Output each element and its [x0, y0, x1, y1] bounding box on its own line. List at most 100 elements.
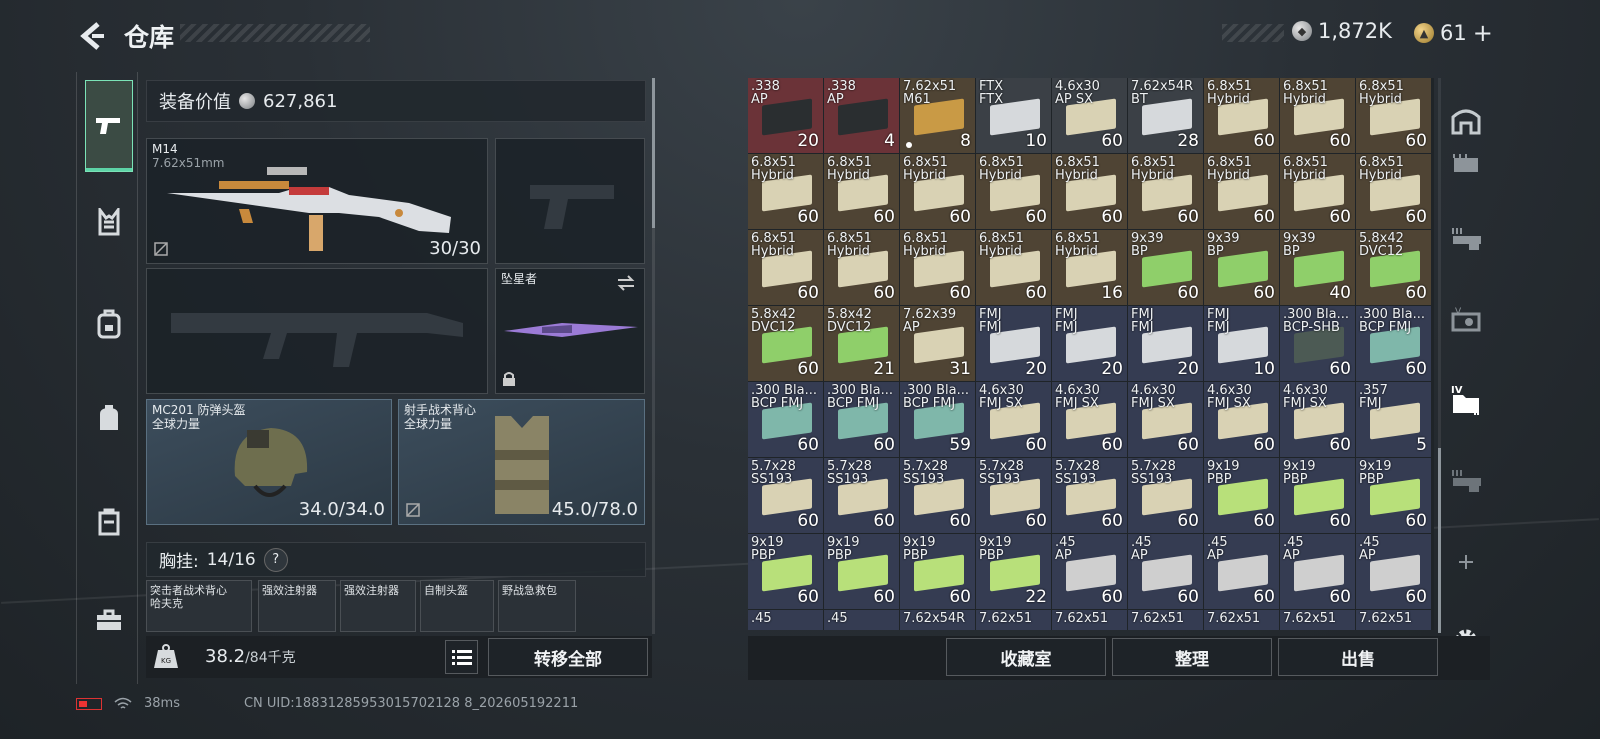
inventory-item[interactable]: 4.6x30 AP SX 60	[1052, 78, 1127, 153]
chest-rig-item[interactable]: 野战急救包	[498, 580, 576, 632]
inventory-item[interactable]: 7.62x54R	[900, 610, 975, 630]
inventory-item[interactable]: FTX FTX 10	[976, 78, 1051, 153]
inventory-item[interactable]: .300 Bla... BCP FMJ 60	[748, 382, 823, 457]
inventory-item[interactable]: .45	[824, 610, 899, 630]
storage-page-2-tab[interactable]	[1446, 144, 1486, 184]
primary-weapon-slot[interactable]: M14 7.62x51mm 30/30	[146, 138, 488, 264]
inventory-item[interactable]: 6.8x51 Hybrid 16	[1052, 230, 1127, 305]
inventory-item[interactable]: FMJ FMJ 20	[976, 306, 1051, 381]
inventory-item[interactable]: .300 Bla... BCP FMJ 59	[900, 382, 975, 457]
inventory-item[interactable]: 7.62x51	[1280, 610, 1355, 630]
storage-page-4-tab[interactable]: V	[1446, 300, 1486, 340]
inventory-item[interactable]: .45	[748, 610, 823, 630]
sidebar-chest-rig-tab[interactable]	[85, 198, 133, 246]
inventory-item[interactable]: 9x39 BP 40	[1280, 230, 1355, 305]
inventory-item[interactable]: 6.8x51 Hybrid 60	[748, 230, 823, 305]
inventory-item[interactable]: 6.8x51 Hybrid 60	[1356, 78, 1431, 153]
inventory-item[interactable]: 4.6x30 FMJ SX 60	[1204, 382, 1279, 457]
inventory-item[interactable]: 6.8x51 Hybrid 60	[824, 230, 899, 305]
inventory-item[interactable]: 7.62x51	[1356, 610, 1431, 630]
chest-rig-item[interactable]: 自制头盔	[420, 580, 494, 632]
inventory-item[interactable]: 6.8x51 Hybrid 60	[976, 230, 1051, 305]
storage-page-5-tab-active[interactable]: IV	[1446, 380, 1486, 420]
inventory-item[interactable]: 6.8x51 Hybrid 60	[1204, 154, 1279, 229]
inventory-item[interactable]: 6.8x51 Hybrid 60	[824, 154, 899, 229]
equipment-scrollbar[interactable]	[652, 78, 655, 634]
inventory-item[interactable]: 6.8x51 Hybrid 60	[900, 230, 975, 305]
sidebar-backpack-tab[interactable]	[85, 300, 133, 348]
inventory-item[interactable]: .45 AP 60	[1128, 534, 1203, 609]
inventory-item[interactable]: .357 FMJ 5	[1356, 382, 1431, 457]
storage-page-3-tab[interactable]	[1446, 218, 1486, 258]
inventory-item[interactable]: 5.7x28 SS193 60	[748, 458, 823, 533]
inventory-item[interactable]: 7.62x51	[1204, 610, 1279, 630]
inventory-item[interactable]: 9x19 PBP 60	[1356, 458, 1431, 533]
inventory-item[interactable]: .45 AP 60	[1052, 534, 1127, 609]
inventory-item[interactable]: 9x19 PBP 22	[976, 534, 1051, 609]
storage-page-1-tab[interactable]	[1446, 100, 1486, 140]
inventory-item[interactable]: 6.8x51 Hybrid 60	[1204, 78, 1279, 153]
gold-currency[interactable]: ▲ 61 +	[1414, 19, 1493, 47]
inventory-item[interactable]: 6.8x51 Hybrid 60	[1356, 154, 1431, 229]
sidebar-toolbox-tab[interactable]	[85, 596, 133, 644]
inventory-item[interactable]: 6.8x51 Hybrid 60	[976, 154, 1051, 229]
inventory-item[interactable]: .338 AP 4	[824, 78, 899, 153]
inventory-item[interactable]: FMJ FMJ 20	[1128, 306, 1203, 381]
inventory-item[interactable]: 5.8x42 DVC12 60	[1356, 230, 1431, 305]
chest-rig-item[interactable]: 突击者战术背心 哈夫克	[146, 580, 252, 632]
storage-page-6-tab[interactable]	[1446, 460, 1486, 500]
inventory-item[interactable]: 7.62x39 AP 31	[900, 306, 975, 381]
inventory-item[interactable]: 7.62x51	[1052, 610, 1127, 630]
inventory-item[interactable]: 9x39 BP 60	[1204, 230, 1279, 305]
inventory-item[interactable]: 6.8x51 Hybrid 60	[1128, 154, 1203, 229]
collection-room-button[interactable]: 收藏室	[946, 638, 1106, 676]
inventory-item[interactable]: .45 AP 60	[1356, 534, 1431, 609]
list-view-button[interactable]	[445, 640, 478, 674]
inventory-item[interactable]: 7.62x54R BT 28	[1128, 78, 1203, 153]
pistol-slot-empty[interactable]	[495, 138, 645, 264]
inventory-item[interactable]: 5.7x28 SS193 60	[900, 458, 975, 533]
organize-button[interactable]: 整理	[1112, 638, 1272, 676]
inventory-item[interactable]: 4.6x30 FMJ SX 60	[1280, 382, 1355, 457]
inventory-item[interactable]: 4.6x30 FMJ SX 60	[1052, 382, 1127, 457]
transfer-all-button[interactable]: 转移全部	[488, 638, 648, 676]
sell-button[interactable]: 出售	[1278, 638, 1438, 676]
inventory-item[interactable]: 7.62x51	[976, 610, 1051, 630]
inventory-item[interactable]: 6.8x51 Hybrid 60	[748, 154, 823, 229]
inventory-item[interactable]: 9x19 PBP 60	[1280, 458, 1355, 533]
inventory-item[interactable]: FMJ FMJ 10	[1204, 306, 1279, 381]
inventory-item[interactable]: 5.7x28 SS193 60	[1128, 458, 1203, 533]
inventory-item[interactable]: FMJ FMJ 20	[1052, 306, 1127, 381]
helmet-slot[interactable]: MC201 防弹头盔 全球力量 34.0/34.0	[146, 399, 392, 525]
inventory-item[interactable]: .338 AP 20	[748, 78, 823, 153]
add-gold-button[interactable]: +	[1473, 19, 1493, 47]
inventory-item[interactable]: 9x19 PBP 60	[1204, 458, 1279, 533]
chest-rig-item[interactable]: 强效注射器	[258, 580, 336, 632]
back-arrow-icon[interactable]	[76, 20, 108, 52]
secondary-weapon-slot-empty[interactable]	[146, 268, 488, 394]
inventory-item[interactable]: .300 Bla... BCP FMJ 60	[824, 382, 899, 457]
inventory-item[interactable]: 6.8x51 Hybrid 60	[1280, 78, 1355, 153]
sidebar-secure-case-tab[interactable]	[85, 498, 133, 546]
inventory-item[interactable]: .300 Bla... BCP-SHB 60	[1280, 306, 1355, 381]
inventory-item[interactable]: .45 AP 60	[1204, 534, 1279, 609]
inventory-item[interactable]: 6.8x51 Hybrid 60	[1280, 154, 1355, 229]
inventory-item[interactable]: 5.8x42 DVC12 60	[748, 306, 823, 381]
add-storage-page-button[interactable]	[1446, 542, 1486, 582]
storage-scrollbar[interactable]	[1438, 78, 1441, 633]
inventory-item[interactable]: 4.6x30 FMJ SX 60	[1128, 382, 1203, 457]
inventory-item[interactable]: 9x39 BP 60	[1128, 230, 1203, 305]
inventory-item[interactable]: 5.8x42 DVC12 21	[824, 306, 899, 381]
inventory-item[interactable]: 7.62x51	[1128, 610, 1203, 630]
chest-rig-item[interactable]: 强效注射器	[340, 580, 416, 632]
inventory-item[interactable]: 5.7x28 SS193 60	[824, 458, 899, 533]
inventory-item[interactable]: .45 AP 60	[1280, 534, 1355, 609]
sidebar-weapons-tab[interactable]	[85, 80, 133, 172]
inventory-item[interactable]: 5.7x28 SS193 60	[1052, 458, 1127, 533]
sidebar-pouch-tab[interactable]	[85, 394, 133, 442]
inventory-item[interactable]: 9x19 PBP 60	[900, 534, 975, 609]
inventory-item[interactable]: 6.8x51 Hybrid 60	[900, 154, 975, 229]
inventory-item[interactable]: 5.7x28 SS193 60	[976, 458, 1051, 533]
inventory-item[interactable]: 6.8x51 Hybrid 60	[1052, 154, 1127, 229]
inventory-item[interactable]: .300 Bla... BCP FMJ 60	[1356, 306, 1431, 381]
